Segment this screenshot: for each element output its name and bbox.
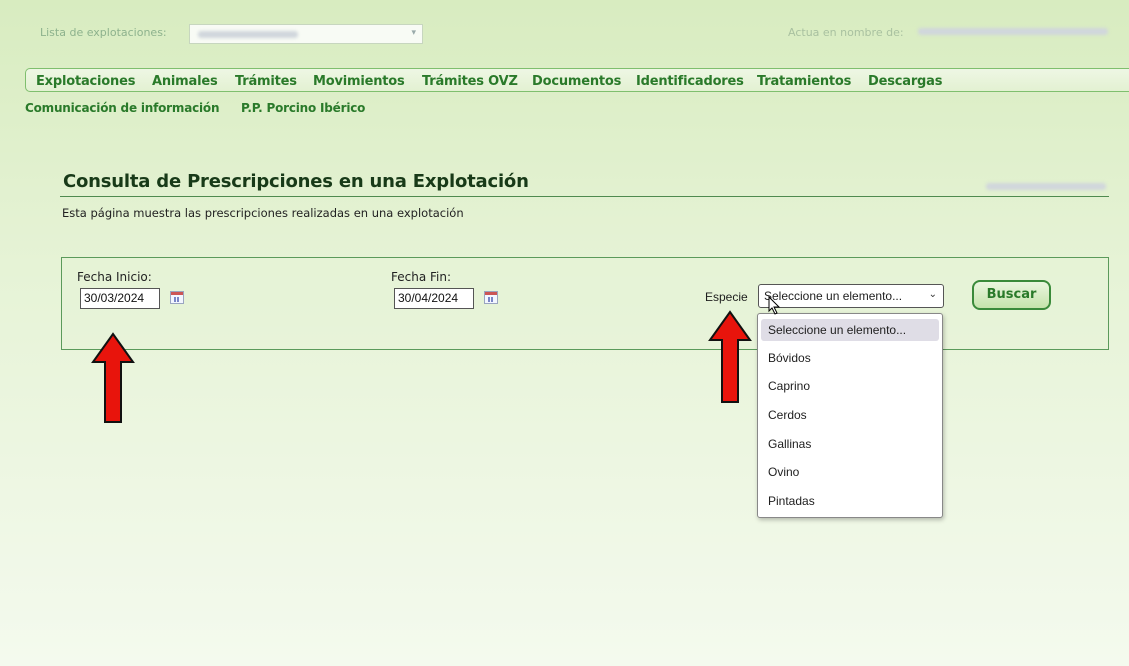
nav-descargas[interactable]: Descargas xyxy=(868,74,942,89)
nav-documentos[interactable]: Documentos xyxy=(532,74,621,89)
title-divider xyxy=(60,196,1109,197)
especie-option[interactable]: Ovino xyxy=(761,461,939,483)
especie-select[interactable]: Seleccione un elemento... ⌄ xyxy=(758,284,944,308)
calendar-icon[interactable] xyxy=(484,291,498,304)
nav-tramites[interactable]: Trámites xyxy=(235,74,297,89)
nav-identificadores[interactable]: Identificadores xyxy=(636,74,744,89)
arrow-up-icon xyxy=(708,310,752,403)
chevron-down-icon: ▾ xyxy=(411,28,416,38)
especie-option[interactable]: Cerdos xyxy=(761,404,939,426)
nav-tratamientos[interactable]: Tratamientos xyxy=(757,74,851,89)
especie-option[interactable]: Caprino xyxy=(761,375,939,397)
fecha-inicio-label: Fecha Inicio: xyxy=(77,270,152,284)
especie-dropdown-list: Seleccione un elemento... Bóvidos Caprin… xyxy=(757,313,943,518)
especie-option[interactable]: Seleccione un elemento... xyxy=(761,319,939,341)
fecha-fin-input[interactable]: 30/04/2024 xyxy=(394,288,474,309)
redacted-explotacion-code xyxy=(986,183,1106,190)
nav-animales[interactable]: Animales xyxy=(152,74,218,89)
especie-label: Especie xyxy=(705,290,748,304)
calendar-icon[interactable] xyxy=(170,291,184,304)
redacted-text xyxy=(198,31,298,38)
top-bar: Lista de explotaciones: ▾ Actua en nombr… xyxy=(0,0,1129,62)
filter-panel xyxy=(61,257,1109,350)
arrow-up-icon xyxy=(91,332,135,423)
nav-movimientos[interactable]: Movimientos xyxy=(313,74,405,89)
lista-explotaciones-label: Lista de explotaciones: xyxy=(40,26,167,39)
nav-pp-porcino-iberico[interactable]: P.P. Porcino Ibérico xyxy=(241,101,365,115)
actua-en-nombre-label: Actua en nombre de: xyxy=(788,26,904,39)
especie-option[interactable]: Gallinas xyxy=(761,433,939,455)
fecha-fin-label: Fecha Fin: xyxy=(391,270,452,284)
especie-option[interactable]: Pintadas xyxy=(761,490,939,512)
especie-option[interactable]: Bóvidos xyxy=(761,347,939,369)
nav-comunicacion-informacion[interactable]: Comunicación de información xyxy=(25,101,220,115)
chevron-down-icon: ⌄ xyxy=(928,289,937,300)
fecha-inicio-input[interactable]: 30/03/2024 xyxy=(80,288,160,309)
redacted-user-name xyxy=(918,28,1108,35)
nav-explotaciones[interactable]: Explotaciones xyxy=(36,74,135,89)
page-description: Esta página muestra las prescripciones r… xyxy=(62,206,464,220)
buscar-button[interactable]: Buscar xyxy=(972,280,1051,310)
page-title: Consulta de Prescripciones en una Explot… xyxy=(63,171,529,192)
mouse-cursor-icon xyxy=(768,296,781,315)
nav-tramites-ovz[interactable]: Trámites OVZ xyxy=(422,74,518,89)
especie-selected-value: Seleccione un elemento... xyxy=(764,289,903,303)
explotacion-select[interactable]: ▾ xyxy=(189,24,423,44)
